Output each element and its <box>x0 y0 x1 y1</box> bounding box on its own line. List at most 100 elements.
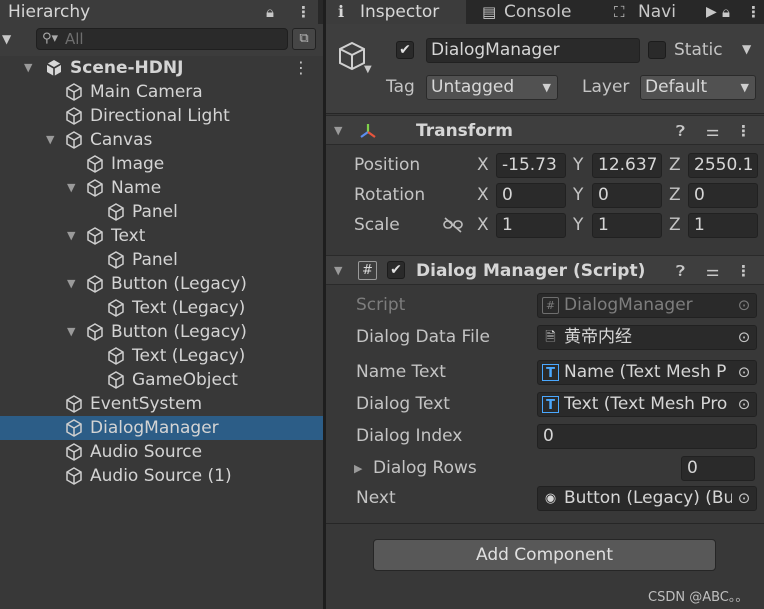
tag-dropdown[interactable]: Untagged ▼ <box>426 75 558 100</box>
object-picker-icon[interactable]: ⊙ <box>732 393 756 416</box>
object-picker-icon[interactable]: ⊙ <box>732 361 756 384</box>
rotation-z-label[interactable]: Z <box>669 183 681 208</box>
static-dropdown-icon[interactable]: ▼ <box>742 42 751 56</box>
expand-arrow-icon[interactable]: ▼ <box>67 320 75 344</box>
rotation-y-label[interactable]: Y <box>573 183 583 208</box>
help-icon[interactable]: ❓︎ <box>676 116 685 146</box>
scale-label[interactable]: Scale <box>354 213 400 238</box>
presets-icon[interactable]: ⚌ <box>706 256 719 286</box>
lock-icon[interactable]: 🔒︎ <box>722 0 730 24</box>
hierarchy-item[interactable]: Main Camera <box>0 80 323 104</box>
hierarchy-item[interactable]: ▼ Button (Legacy) <box>0 272 323 296</box>
expand-arrow-icon[interactable]: ▼ <box>67 176 75 200</box>
hierarchy-item[interactable]: ▼ Button (Legacy) <box>0 320 323 344</box>
unity-scene-icon <box>46 60 62 76</box>
kebab-menu-icon[interactable]: ⋮ <box>296 0 311 24</box>
rotation-y-field[interactable]: 0 <box>592 183 662 208</box>
expand-arrow-icon[interactable]: ▼ <box>334 256 342 286</box>
help-icon[interactable]: ❓︎ <box>676 256 685 286</box>
icon-dropdown-icon[interactable]: ▼ <box>364 64 372 75</box>
scale-z-label[interactable]: Z <box>669 213 681 238</box>
expand-arrow-icon[interactable]: ▼ <box>46 128 54 152</box>
tab-navigation[interactable]: ⛶ Navi <box>612 0 708 24</box>
gameobject-name-field[interactable]: DialogManager <box>426 38 640 63</box>
gameobject-cube-icon <box>87 179 103 197</box>
hierarchy-item[interactable]: Panel <box>0 248 323 272</box>
rotation-x-field[interactable]: 0 <box>496 183 566 208</box>
dialog-data-file-field[interactable]: 🗎 黄帝内经 ⊙ <box>537 325 757 350</box>
gameobject-header: ▼ ✔ DialogManager Static ▼ Tag Untagged … <box>326 24 764 114</box>
component-menu-icon[interactable]: ⋮ <box>736 256 751 286</box>
gameobject-cube-icon <box>66 107 82 125</box>
hierarchy-item[interactable]: GameObject <box>0 368 323 392</box>
position-z-label[interactable]: Z <box>669 153 681 178</box>
scale-x-label[interactable]: X <box>477 213 489 238</box>
static-toggle[interactable] <box>648 41 666 59</box>
expand-arrow-icon[interactable]: ▼ <box>334 116 342 146</box>
tab-overflow-icon[interactable]: ▶ <box>706 0 717 24</box>
hierarchy-item[interactable]: Text (Legacy) <box>0 296 323 320</box>
script-enabled-toggle[interactable]: ✔ <box>387 261 405 279</box>
tab-inspector[interactable]: ℹ Inspector <box>326 0 466 24</box>
hierarchy-item[interactable]: Image <box>0 152 323 176</box>
name-text-field[interactable]: T Name (Text Mesh P ⊙ <box>537 360 757 385</box>
search-popout-button[interactable]: ⧉ <box>292 28 316 50</box>
tab-console[interactable]: ▤ Console <box>474 0 594 24</box>
position-z-field[interactable]: 2550.1 <box>688 153 758 178</box>
lock-icon[interactable]: 🔒︎ <box>266 0 274 24</box>
active-toggle[interactable]: ✔ <box>396 41 414 59</box>
hierarchy-item[interactable]: ▼ Name <box>0 176 323 200</box>
hierarchy-search-input[interactable]: ⚲▾ All <box>36 28 288 50</box>
script-value: DialogManager <box>564 295 693 315</box>
scene-menu-icon[interactable]: ⋮ <box>293 56 309 80</box>
create-dropdown-icon[interactable]: ▼ <box>2 24 11 54</box>
watermark: CSDN @ABC。。 <box>648 590 749 605</box>
dialog-rows-size-field[interactable]: 0 <box>681 456 755 481</box>
hierarchy-item[interactable]: ▼ Text <box>0 224 323 248</box>
transform-header[interactable]: ▼ Transform ❓︎ ⚌ ⋮ <box>326 115 764 145</box>
object-picker-icon[interactable]: ⊙ <box>732 487 756 510</box>
hierarchy-item[interactable]: Audio Source (1) <box>0 464 323 488</box>
hierarchy-item[interactable]: Panel <box>0 200 323 224</box>
position-x-label[interactable]: X <box>477 153 489 178</box>
script-component-header[interactable]: ▼ # ✔ Dialog Manager (Script) ❓︎ ⚌ ⋮ <box>326 255 764 285</box>
scale-y-label[interactable]: Y <box>573 213 583 238</box>
layer-dropdown[interactable]: Default ▼ <box>640 75 756 100</box>
position-label[interactable]: Position <box>354 153 420 178</box>
scale-x-field[interactable]: 1 <box>496 213 566 238</box>
rotation-x-label[interactable]: X <box>477 183 489 208</box>
position-x-field[interactable]: -15.73 <box>496 153 566 178</box>
scale-y-field[interactable]: 1 <box>592 213 662 238</box>
dialog-index-field[interactable]: 0 <box>537 424 757 449</box>
hierarchy-item[interactable]: EventSystem <box>0 392 323 416</box>
rotation-label[interactable]: Rotation <box>354 183 425 208</box>
position-y-label[interactable]: Y <box>573 153 583 178</box>
hierarchy-item[interactable]: DialogManager <box>0 416 323 440</box>
expand-arrow-icon[interactable]: ▼ <box>24 56 32 80</box>
next-field[interactable]: ◉ Button (Legacy) (Bu ⊙ <box>537 486 757 511</box>
tab-hierarchy[interactable]: Hierarchy 🔒︎ ⋮ <box>0 0 318 24</box>
hierarchy-item[interactable]: ▼ Canvas <box>0 128 323 152</box>
position-y-field[interactable]: 12.637 <box>592 153 662 178</box>
dialog-text-field[interactable]: T Text (Text Mesh Pro ⊙ <box>537 392 757 417</box>
constrain-proportions-icon[interactable] <box>442 216 464 234</box>
hierarchy-item[interactable]: Audio Source <box>0 440 323 464</box>
component-menu-icon[interactable]: ⋮ <box>736 116 751 146</box>
scene-row[interactable]: ▼ Scene-HDNJ ⋮ <box>0 56 323 80</box>
kebab-menu-icon[interactable]: ⋮ <box>746 0 761 24</box>
add-component-button[interactable]: Add Component <box>373 539 716 571</box>
scale-z-field[interactable]: 1 <box>688 213 758 238</box>
search-placeholder: All <box>65 30 84 48</box>
presets-icon[interactable]: ⚌ <box>706 116 719 146</box>
dialog-index-label[interactable]: Dialog Index <box>356 424 462 449</box>
dialog-rows-label[interactable]: Dialog Rows <box>373 456 477 481</box>
gameobject-cube-icon <box>66 83 82 101</box>
layer-label: Layer <box>582 77 630 97</box>
rotation-z-field[interactable]: 0 <box>688 183 758 208</box>
expand-arrow-icon[interactable]: ▼ <box>67 224 75 248</box>
expand-arrow-icon[interactable]: ▶ <box>354 456 362 481</box>
object-picker-icon[interactable]: ⊙ <box>732 326 756 349</box>
hierarchy-item[interactable]: Directional Light <box>0 104 323 128</box>
hierarchy-item[interactable]: Text (Legacy) <box>0 344 323 368</box>
expand-arrow-icon[interactable]: ▼ <box>67 272 75 296</box>
